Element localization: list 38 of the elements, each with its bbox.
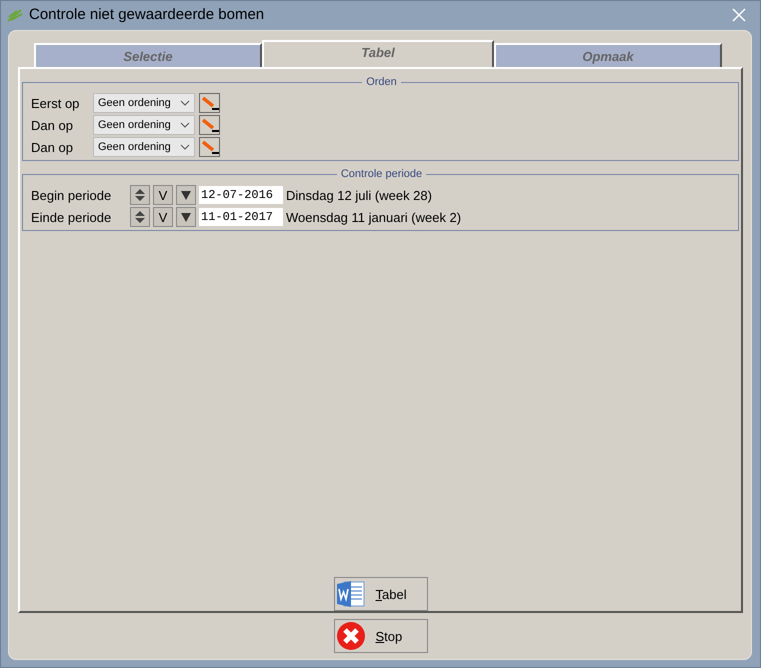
tab[interactable]: Tabel: [262, 40, 494, 67]
group-title: Controle periode: [340, 168, 424, 180]
chevron-down-icon: [180, 144, 190, 150]
field-label: Einde periode: [31, 210, 112, 224]
down-triangle-icon: [180, 211, 192, 223]
window-title: Controle niet gewaardeerde bomen: [29, 6, 266, 23]
table-button[interactable]: Tabel: [334, 577, 428, 611]
field-label: Eerst op: [31, 96, 80, 110]
leaf-icon: [7, 8, 23, 22]
down-button[interactable]: [176, 185, 196, 205]
field-label: Dan op: [31, 140, 74, 154]
up-down-arrows-icon: [134, 210, 146, 224]
close-icon[interactable]: [732, 8, 746, 22]
sort-dropdown[interactable]: Geen ordening: [93, 115, 195, 135]
stop-icon: [336, 621, 366, 651]
date-description: Woensdag 11 januari (week 2): [286, 210, 462, 224]
date-field[interactable]: 12-07-2016: [199, 186, 283, 204]
stop-button[interactable]: Stop: [334, 619, 428, 653]
up-down-arrows-icon: [134, 188, 146, 202]
spin-button[interactable]: [130, 207, 150, 227]
spin-button[interactable]: [130, 185, 150, 205]
v-button[interactable]: V: [153, 207, 173, 227]
edit-button[interactable]: [199, 137, 220, 157]
group-title: Orden: [365, 76, 398, 88]
document-icon: [336, 580, 366, 608]
edit-button[interactable]: [199, 93, 220, 113]
v-button[interactable]: V: [153, 185, 173, 205]
chevron-down-icon: [180, 122, 190, 128]
edit-button[interactable]: [199, 115, 220, 135]
chevron-down-icon: [180, 100, 190, 106]
date-description: Dinsdag 12 juli (week 28): [286, 188, 432, 202]
field-label: Begin periode: [31, 188, 112, 202]
sort-dropdown[interactable]: Geen ordening: [93, 93, 195, 113]
down-button[interactable]: [176, 207, 196, 227]
date-field[interactable]: 11-01-2017: [199, 208, 283, 226]
down-triangle-icon: [180, 189, 192, 201]
field-label: Dan op: [31, 118, 74, 132]
sort-dropdown[interactable]: Geen ordening: [93, 137, 195, 157]
